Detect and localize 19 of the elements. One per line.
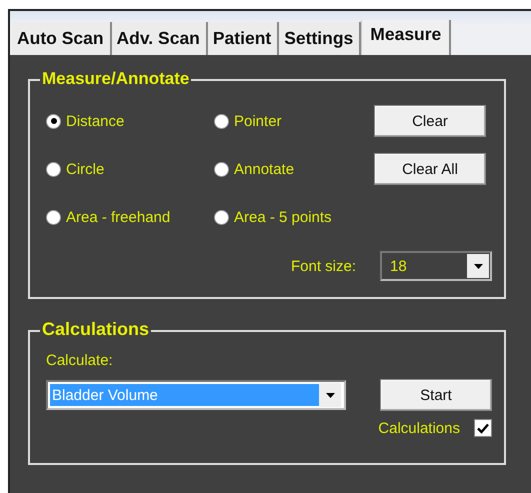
tab[interactable]: Auto Scan [12,22,112,55]
tab[interactable]: Measure [361,20,452,55]
start-button[interactable]: Start [380,379,492,411]
checkbox-label: Calculations [378,420,460,436]
radio-option[interactable]: Pointer [214,112,374,130]
tab[interactable]: Adv. Scan [112,22,208,55]
calculate-label: Calculate: [46,352,114,369]
radio-option[interactable]: Area - freehand [46,208,214,226]
radio-option[interactable]: Distance [46,112,214,130]
checkbox[interactable] [474,419,492,437]
font-size-dropdown[interactable]: 18 [380,251,492,281]
radio-option[interactable]: Area - 5 points [214,208,374,226]
radio-option[interactable]: Circle [46,160,214,178]
font-size-label: Font size: [290,258,356,274]
tab[interactable]: Patient [208,22,280,55]
radio-option[interactable]: Annotate [214,160,374,178]
action-button[interactable]: Clear [374,105,486,137]
tab[interactable]: Settings [279,22,362,55]
action-button[interactable]: Clear All [374,153,486,185]
